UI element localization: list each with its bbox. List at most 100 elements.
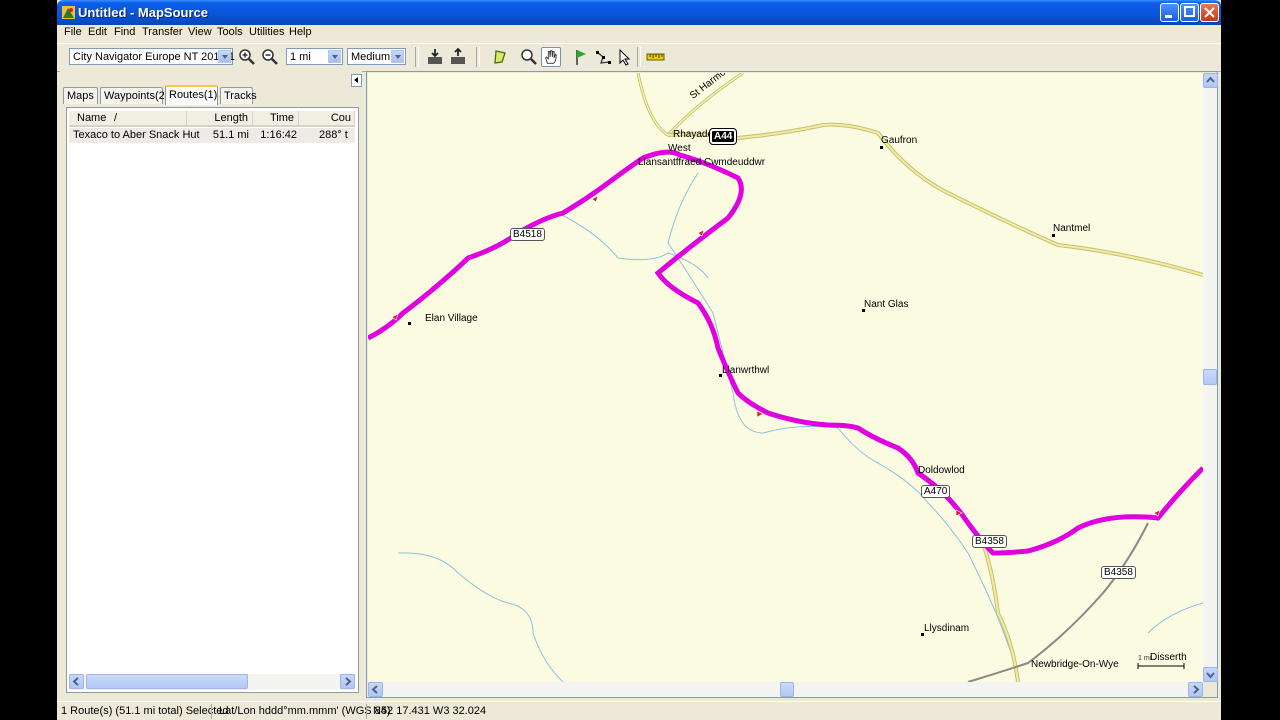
place-doldowlod[interactable]: Doldowlod: [918, 465, 965, 476]
zoom-tool-icon[interactable]: [519, 47, 539, 67]
mapsource-window: Untitled - MapSource File Edit Find Tran…: [57, 0, 1221, 720]
status-bar: 1 Route(s) (51.1 mi total) Selected Lat/…: [57, 701, 1221, 720]
place-west[interactable]: West: [668, 143, 691, 154]
sort-indicator: /: [114, 112, 118, 124]
menu-bar: File Edit Find Transfer View Tools Utili…: [57, 25, 1221, 42]
road-a44: [667, 122, 1203, 277]
menu-tools[interactable]: Tools: [217, 26, 243, 38]
vertical-scroll-thumb[interactable]: [1203, 369, 1217, 385]
map-horizontal-scrollbar[interactable]: [368, 682, 1203, 697]
chevron-down-icon[interactable]: [218, 50, 231, 63]
select-map-icon[interactable]: [490, 47, 510, 67]
road-shield-a470[interactable]: A470: [921, 485, 951, 498]
place-disserth[interactable]: Disserth: [1150, 652, 1187, 663]
elan-village-marker: [408, 322, 411, 325]
place-rhayader[interactable]: Rhayade: [673, 129, 713, 140]
menu-file[interactable]: File: [64, 26, 82, 38]
scroll-up-button[interactable]: [1203, 73, 1218, 88]
menu-edit[interactable]: Edit: [88, 26, 107, 38]
road-shield-b4358-north[interactable]: B4358: [972, 535, 1007, 548]
road-st-harmon: [636, 73, 744, 137]
menu-help[interactable]: Help: [289, 26, 312, 38]
side-panel: Maps Waypoints(2) Routes(1) Tracks Name …: [60, 71, 362, 698]
column-course[interactable]: Cou: [299, 111, 355, 127]
zoom-scale-select[interactable]: 1 mi: [286, 48, 343, 65]
road-shield-b4518[interactable]: B4518: [510, 228, 545, 241]
send-to-device-icon[interactable]: [448, 47, 468, 67]
chevron-right-icon: [345, 677, 352, 686]
minimize-button[interactable]: [1160, 3, 1179, 22]
status-divider: [211, 704, 212, 719]
menu-transfer[interactable]: Transfer: [142, 26, 183, 38]
menu-view[interactable]: View: [188, 26, 212, 38]
place-cwmdeuddwr[interactable]: Llansantffraed Cwmdeuddwr: [638, 157, 765, 168]
status-divider: [366, 704, 367, 719]
road-shield-b4358[interactable]: B4358: [1101, 566, 1136, 579]
column-name[interactable]: Name /: [69, 111, 187, 127]
tab-routes[interactable]: Routes(1): [165, 85, 218, 105]
title-bar[interactable]: Untitled - MapSource: [57, 0, 1221, 25]
column-time[interactable]: Time: [253, 111, 299, 127]
road-a44-inner: [667, 123, 1203, 276]
chevron-right-icon: [1193, 685, 1200, 694]
waypoint-flag-icon[interactable]: [571, 47, 591, 67]
road-shield-a44[interactable]: A44: [708, 128, 738, 145]
gaufron-marker: [880, 146, 883, 149]
mapsource-app-icon: [62, 6, 75, 19]
menu-find[interactable]: Find: [114, 26, 135, 38]
place-gaufron[interactable]: Gaufron: [881, 135, 917, 146]
scroll-down-button[interactable]: [1203, 667, 1218, 682]
map-frame: Elan Village Rhayade West Llansantffraed…: [366, 71, 1218, 698]
place-elan-village[interactable]: Elan Village: [425, 313, 478, 324]
detail-select[interactable]: Medium: [347, 48, 406, 65]
measure-ruler-icon[interactable]: [645, 47, 665, 67]
place-nant-glas[interactable]: Nant Glas: [864, 299, 908, 310]
column-length[interactable]: Length: [187, 111, 253, 127]
river-lower-left: [397, 552, 564, 682]
status-position: N52 17.431 W3 32.024: [373, 705, 487, 717]
chevron-down-icon: [1206, 672, 1215, 679]
route-name: Texaco to Aber Snack Hut: [73, 129, 200, 141]
tab-maps[interactable]: Maps: [63, 87, 98, 104]
zoom-in-icon[interactable]: [237, 47, 257, 67]
stream-right: [1147, 602, 1203, 634]
map-product-select[interactable]: City Navigator Europe NT 2012.1: [69, 48, 235, 65]
menu-utilities[interactable]: Utilities: [249, 26, 284, 38]
scroll-left-button[interactable]: [69, 674, 84, 689]
tab-waypoints[interactable]: Waypoints(2): [100, 87, 168, 104]
collapse-panel-button[interactable]: [351, 74, 362, 87]
toolbar-separator: [415, 47, 419, 67]
table-row[interactable]: Texaco to Aber Snack Hut 51.1 mi 1:16:42…: [69, 128, 355, 143]
scale-bar: [1137, 663, 1185, 669]
map-product-value: City Navigator Europe NT 2012.1: [73, 51, 235, 63]
hand-tool-button[interactable]: [541, 47, 561, 67]
map-scroll-left-button[interactable]: [368, 682, 383, 697]
map-graphics: [368, 73, 1203, 682]
list-horizontal-scrollbar[interactable]: [69, 674, 355, 690]
scroll-right-button[interactable]: [340, 674, 355, 689]
close-button[interactable]: [1200, 3, 1219, 22]
map-scroll-right-button[interactable]: [1188, 682, 1203, 697]
close-icon: [1204, 7, 1215, 18]
map-canvas[interactable]: Elan Village Rhayade West Llansantffraed…: [368, 73, 1203, 682]
place-llysdinam[interactable]: Llysdinam: [924, 623, 969, 634]
place-newbridge[interactable]: Newbridge-On-Wye: [1031, 659, 1119, 670]
scale-label: 1 mi: [1138, 655, 1152, 662]
route-tool-icon[interactable]: [593, 47, 613, 67]
scroll-thumb[interactable]: [86, 674, 248, 689]
river-elan: [557, 212, 709, 279]
maximize-button[interactable]: [1180, 3, 1199, 22]
zoom-out-icon[interactable]: [260, 47, 280, 67]
zoom-scale-value: 1 mi: [290, 51, 311, 63]
place-llanwrthwl[interactable]: Llanwrthwl: [722, 365, 769, 376]
toolbar-separator: [476, 47, 480, 67]
chevron-down-icon[interactable]: [391, 50, 404, 63]
map-vertical-scrollbar[interactable]: [1203, 73, 1218, 682]
column-name-label: Name: [77, 112, 107, 124]
receive-from-device-icon[interactable]: [425, 47, 445, 67]
place-nantmel[interactable]: Nantmel: [1053, 223, 1090, 234]
horizontal-scroll-thumb[interactable]: [780, 682, 794, 697]
chevron-down-icon[interactable]: [328, 50, 341, 63]
tab-tracks[interactable]: Tracks: [220, 87, 257, 104]
selection-arrow-icon[interactable]: [615, 47, 635, 67]
